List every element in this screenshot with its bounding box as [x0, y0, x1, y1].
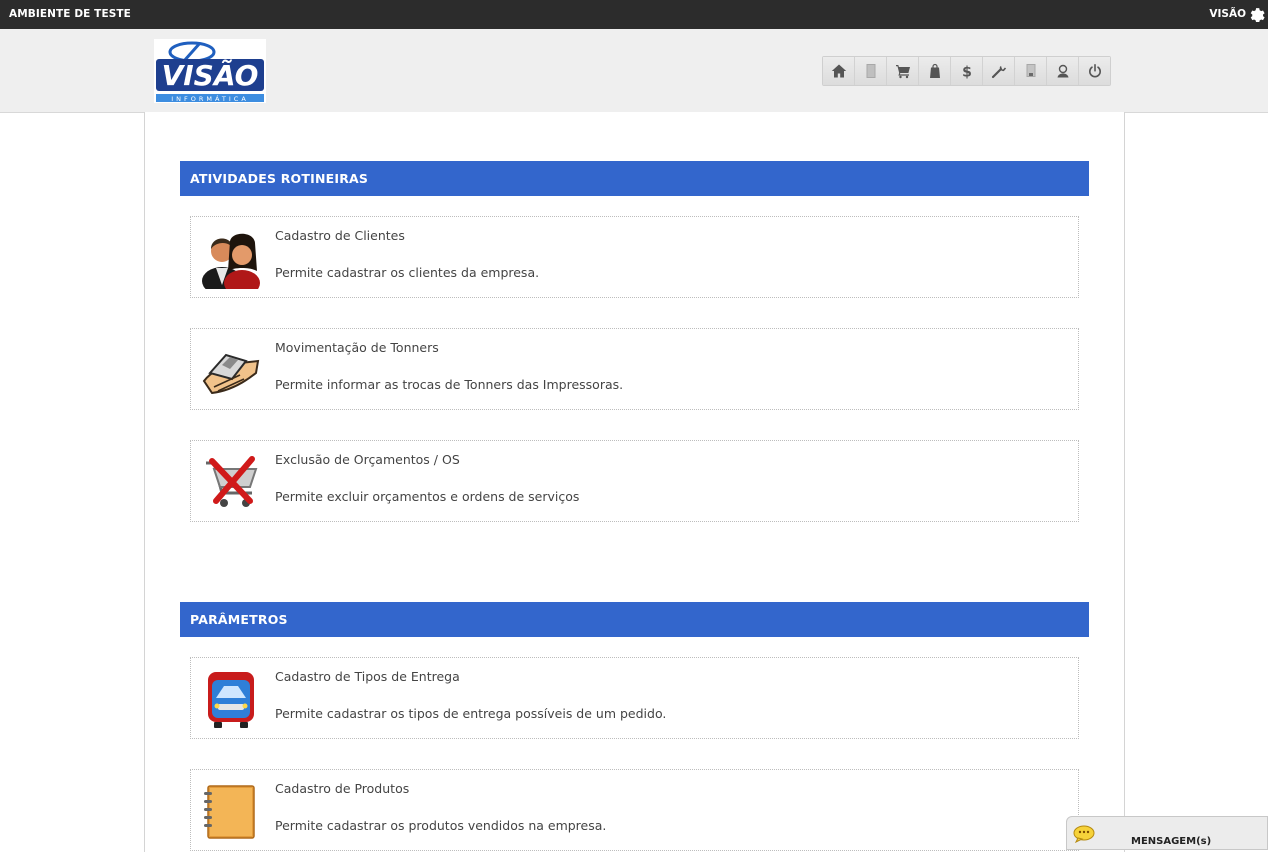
users-icon: [202, 233, 260, 289]
orders-button[interactable]: [918, 57, 950, 85]
printer-icon: [1026, 64, 1035, 77]
truck-icon: [208, 672, 254, 728]
dollar-icon: $: [962, 65, 972, 80]
notebook-icon: [204, 785, 255, 839]
tools-button[interactable]: [982, 57, 1014, 85]
visao-logo[interactable]: VISÃO INFORMÁTICA: [154, 39, 266, 103]
wrench-icon: [991, 66, 1006, 79]
environment-label: AMBIENTE DE TESTE: [9, 8, 131, 20]
card-description: Permite cadastrar os clientes da empresa…: [275, 265, 540, 280]
svg-text:$: $: [962, 65, 972, 80]
cart-icon: [895, 65, 910, 79]
chat-bubble-icon: [1073, 825, 1095, 843]
documents-button[interactable]: [854, 57, 886, 85]
card-description: Permite cadastrar os produtos vendidos n…: [275, 818, 607, 833]
main-toolbar: $: [822, 56, 1111, 86]
messages-widget[interactable]: MENSAGEM(s): [1066, 816, 1268, 850]
svg-text:INFORMÁTICA: INFORMÁTICA: [171, 94, 249, 103]
finance-button[interactable]: $: [950, 57, 982, 85]
user-icon: [1057, 64, 1068, 78]
home-button[interactable]: [823, 57, 854, 85]
bag-icon: [929, 63, 940, 78]
card-title: Movimentação de Tonners: [275, 340, 439, 355]
menu-card-exclusao-orcamentos[interactable]: Exclusão de Orçamentos / OS Permite excl…: [190, 440, 1079, 522]
card-description: Permite excluir orçamentos e ordens de s…: [275, 489, 580, 504]
home-icon: [831, 64, 846, 78]
toner-hand-icon: [202, 353, 260, 395]
main-content: ATIVIDADES ROTINEIRAS Cadastro de Client…: [144, 112, 1125, 852]
menu-card-cadastro-clientes[interactable]: Cadastro de Clientes Permite cadastrar o…: [190, 216, 1079, 298]
section-title-parametros: PARÂMETROS: [180, 602, 1089, 637]
card-title: Cadastro de Clientes: [275, 228, 405, 243]
menu-card-movimentacao-tonners[interactable]: Movimentação de Tonners Permite informar…: [190, 328, 1079, 410]
card-description: Permite cadastrar os tipos de entrega po…: [275, 706, 667, 721]
print-button[interactable]: [1014, 57, 1046, 85]
cart-delete-icon: [206, 456, 258, 507]
document-icon: [866, 64, 875, 78]
menu-card-tipos-entrega[interactable]: Cadastro de Tipos de Entrega Permite cad…: [190, 657, 1079, 739]
card-description: Permite informar as trocas de Tonners da…: [275, 377, 624, 392]
top-bar: AMBIENTE DE TESTE VISÃO: [0, 0, 1268, 29]
card-title: Cadastro de Produtos: [275, 781, 410, 796]
logout-button[interactable]: [1078, 57, 1110, 85]
card-title: Cadastro de Tipos de Entrega: [275, 669, 460, 684]
svg-text:VISÃO: VISÃO: [162, 58, 259, 92]
gear-icon[interactable]: [1249, 6, 1265, 22]
power-icon: [1088, 64, 1101, 78]
cart-button[interactable]: [886, 57, 918, 85]
users-button[interactable]: [1046, 57, 1078, 85]
user-menu[interactable]: VISÃO: [1209, 8, 1246, 20]
app-header: VISÃO INFORMÁTICA $: [0, 29, 1268, 113]
menu-card-produtos[interactable]: Cadastro de Produtos Permite cadastrar o…: [190, 769, 1079, 851]
section-title-atividades: ATIVIDADES ROTINEIRAS: [180, 161, 1089, 196]
messages-label: MENSAGEM(s): [1131, 836, 1212, 847]
card-title: Exclusão de Orçamentos / OS: [275, 452, 460, 467]
